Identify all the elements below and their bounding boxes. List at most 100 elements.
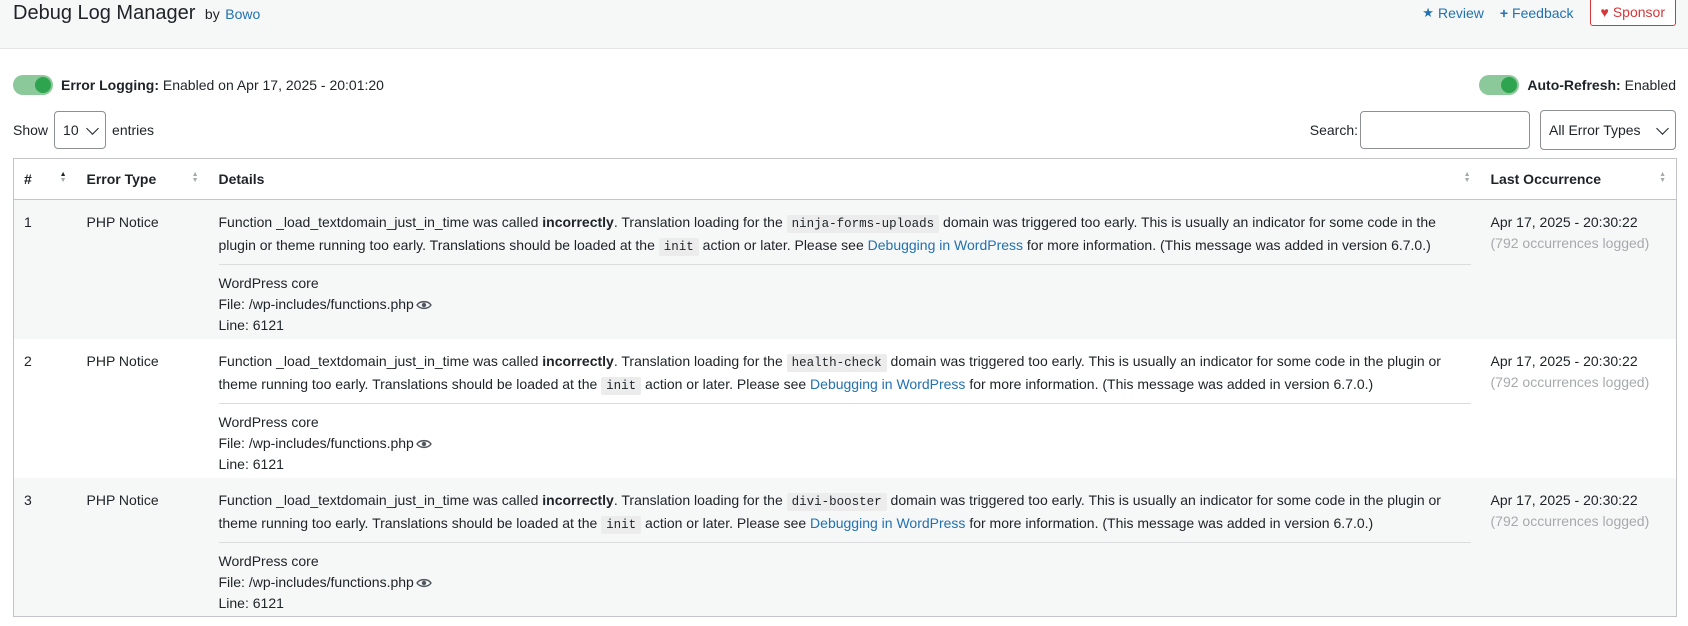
top-actions: ★ Review + Feedback ♥ Sponsor: [1422, 0, 1676, 26]
error-line: Line: 6121: [218, 455, 284, 472]
entries-label: entries: [112, 122, 155, 138]
error-file: File: /wp-includes/functions.php: [218, 296, 414, 312]
message-text: for more information. (This message was …: [965, 514, 1374, 531]
message-text: action or later. Please see: [641, 514, 811, 531]
chevron-down-icon: [86, 121, 99, 135]
entries-value: 10: [63, 122, 79, 138]
column-header-last-occurrence[interactable]: Last Occurrence ▲ ▼: [1480, 158, 1677, 200]
error-type: PHP Notice: [76, 477, 209, 617]
sort-icon: ▲ ▼: [191, 171, 199, 184]
sponsor-label: Sponsor: [1612, 4, 1665, 20]
message-bold: incorrectly: [542, 352, 614, 369]
review-label: Review: [1437, 5, 1484, 21]
entries-control: Show 10 entries: [13, 110, 154, 150]
author-link[interactable]: Bowo: [225, 6, 260, 22]
row-number: 3: [13, 477, 77, 617]
plus-icon: +: [1499, 5, 1509, 21]
action-code: init: [601, 515, 642, 534]
sponsor-button[interactable]: ♥ Sponsor: [1589, 0, 1676, 26]
table-row: 3 PHP Notice Function _load_textdomain_j…: [13, 477, 1677, 617]
toggle-knob: [35, 77, 51, 93]
row-number: 2: [13, 338, 77, 478]
error-message: Function _load_textdomain_just_in_time w…: [219, 351, 1471, 397]
error-logging-status: Error Logging: Enabled on Apr 17, 2025 -…: [13, 75, 384, 95]
column-header-number[interactable]: # ▲ ▼: [13, 158, 77, 200]
message-bold: incorrectly: [542, 214, 614, 230]
feedback-label: Feedback: [1512, 5, 1574, 21]
error-line: Line: 6121: [218, 594, 284, 611]
message-text: action or later. Please see: [698, 237, 868, 253]
eye-icon[interactable]: [415, 300, 432, 310]
debugging-link[interactable]: Debugging in WordPress: [810, 376, 965, 392]
error-file-row: File: /wp-includes/functions.php: [219, 572, 1471, 593]
feedback-link[interactable]: + Feedback: [1500, 5, 1574, 21]
textdomain-code: health-check: [786, 353, 887, 372]
occurrence-count: (792 occurrences logged): [1490, 512, 1650, 529]
last-occurrence: Apr 17, 2025 - 20:30:22 (792 occurrences…: [1480, 338, 1677, 478]
error-logging-value: Enabled on Apr 17, 2025 - 20:01:20: [162, 77, 384, 93]
error-file: File: /wp-includes/functions.php: [218, 573, 414, 590]
show-label: Show: [13, 122, 49, 138]
message-text: . Translation loading for the: [613, 491, 787, 508]
error-file: File: /wp-includes/functions.php: [218, 434, 414, 451]
message-text: . Translation loading for the: [613, 214, 787, 230]
error-details: Function _load_textdomain_just_in_time w…: [208, 477, 1481, 617]
table-row: 2 PHP Notice Function _load_textdomain_j…: [13, 338, 1677, 478]
error-details: Function _load_textdomain_just_in_time w…: [208, 199, 1481, 339]
textdomain-code: divi-booster: [786, 492, 887, 511]
action-code: init: [601, 376, 642, 395]
error-message: Function _load_textdomain_just_in_time w…: [219, 490, 1471, 536]
occurrence-count: (792 occurrences logged): [1490, 373, 1650, 390]
column-label: Details: [218, 171, 265, 187]
status-row: Error Logging: Enabled on Apr 17, 2025 -…: [13, 73, 1676, 97]
eye-icon[interactable]: [415, 578, 432, 588]
filter-value: All Error Types: [1549, 122, 1641, 138]
error-logging-toggle[interactable]: [13, 75, 53, 95]
message-text: Function _load_textdomain_just_in_time w…: [218, 491, 543, 508]
message-text: . Translation loading for the: [613, 352, 787, 369]
error-log-table: # ▲ ▼ Error Type ▲ ▼ Details ▲ ▼ Last Occur…: [13, 158, 1677, 617]
message-text: action or later. Please see: [641, 375, 811, 392]
error-message: Function _load_textdomain_just_in_time w…: [219, 212, 1471, 258]
error-type-filter[interactable]: All Error Types: [1540, 110, 1676, 150]
divider: [218, 402, 1471, 404]
last-occurrence: Apr 17, 2025 - 20:30:22 (792 occurrences…: [1480, 199, 1677, 339]
column-label: Error Type: [86, 171, 157, 187]
textdomain-code: ninja-forms-uploads: [786, 215, 940, 233]
heart-icon: ♥: [1600, 4, 1609, 20]
error-source: WordPress core: [218, 275, 319, 291]
error-line: Line: 6121: [218, 317, 284, 333]
chevron-down-icon: [1656, 121, 1669, 135]
error-source: WordPress core: [218, 552, 319, 569]
message-text: for more information. (This message was …: [965, 375, 1374, 392]
row-number: 1: [13, 199, 77, 339]
column-header-error-type[interactable]: Error Type ▲ ▼: [76, 158, 209, 200]
last-occurrence-time: Apr 17, 2025 - 20:30:22: [1490, 214, 1638, 230]
message-text: Function _load_textdomain_just_in_time w…: [218, 214, 543, 230]
occurrence-count: (792 occurrences logged): [1490, 235, 1650, 251]
search-label: Search:: [1309, 122, 1358, 138]
column-label: #: [24, 171, 32, 187]
last-occurrence: Apr 17, 2025 - 20:30:22 (792 occurrences…: [1480, 477, 1677, 617]
error-file-row: File: /wp-includes/functions.php: [219, 433, 1471, 454]
error-type: PHP Notice: [76, 338, 209, 478]
debugging-link[interactable]: Debugging in WordPress: [810, 515, 965, 531]
search-control: Search: All Error Types: [1310, 110, 1676, 150]
divider: [218, 264, 1471, 265]
message-text: for more information. (This message was …: [1023, 237, 1431, 253]
column-label: Last Occurrence: [1490, 171, 1602, 187]
column-header-details[interactable]: Details ▲ ▼: [208, 158, 1481, 200]
sort-icon: ▲ ▼: [1659, 171, 1666, 184]
auto-refresh-toggle[interactable]: [1479, 75, 1520, 95]
search-input[interactable]: [1360, 111, 1530, 149]
error-details: Function _load_textdomain_just_in_time w…: [208, 338, 1481, 478]
divider: [218, 541, 1471, 543]
entries-select[interactable]: 10: [54, 111, 107, 149]
review-link[interactable]: ★ Review: [1422, 5, 1484, 21]
eye-icon[interactable]: [415, 439, 432, 449]
last-occurrence-time: Apr 17, 2025 - 20:30:22: [1490, 491, 1638, 508]
auto-refresh-status: Auto-Refresh: Enabled: [1479, 75, 1676, 95]
table-row: 1 PHP Notice Function _load_textdomain_j…: [13, 199, 1677, 339]
debugging-link[interactable]: Debugging in WordPress: [868, 237, 1023, 253]
last-occurrence-time: Apr 17, 2025 - 20:30:22: [1490, 352, 1638, 369]
